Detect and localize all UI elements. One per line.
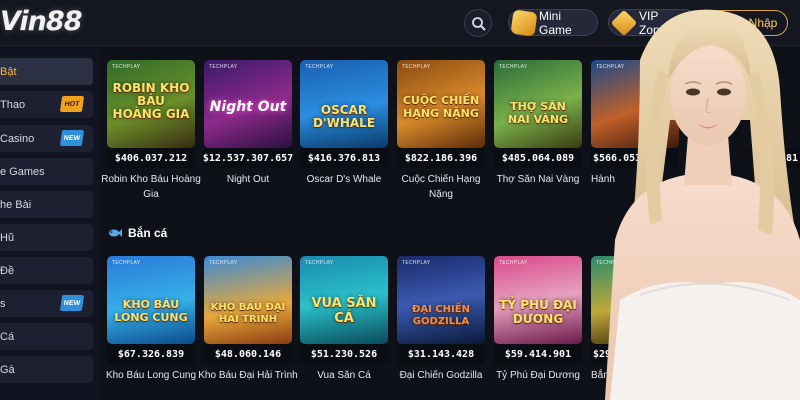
sidebar-item-jackpot[interactable]: Hũ [0, 224, 93, 251]
sidebar-item-label: Cá [0, 330, 15, 343]
jackpot-amount: $31.143.428 [397, 344, 485, 364]
game-thumbnail[interactable]: TECHPLAY OSCAR D'WHALE [300, 60, 388, 148]
provider-label: TECHPLAY [305, 64, 334, 70]
section-title-label: Bắn cá [128, 226, 168, 240]
jackpot-amount: $12.537.307.657 [203, 148, 293, 168]
sidebar-item-sports[interactable]: Thao HOT [0, 91, 93, 118]
logo-number: 88 [45, 6, 83, 37]
game-name[interactable]: Tỷ Phú Đại Dương [486, 368, 590, 383]
sidebar-item-casino[interactable]: Casino NEW [0, 125, 93, 152]
sidebar-item-esports[interactable]: s NEW [0, 290, 93, 317]
provider-label: TECHPLAY [112, 260, 141, 266]
provider-label: TECHPLAY [209, 64, 238, 70]
sidebar-item-label: Gà [0, 363, 15, 376]
game-title-art: OSCAR D'WHALE [312, 103, 376, 130]
fish-icon [109, 229, 122, 237]
search-icon [472, 17, 486, 31]
hot-badge: HOT [59, 96, 85, 112]
game-name[interactable]: Đại Chiến Godzilla [389, 368, 493, 383]
mini-game-button[interactable]: Mini Game [508, 8, 598, 37]
logo-letters: Vin [0, 6, 47, 37]
sidebar-item-label: e Games [0, 165, 45, 178]
provider-label: TECHPLAY [209, 260, 238, 266]
game-name[interactable]: Vua Săn Cá [292, 368, 396, 383]
game-name[interactable]: Oscar D's Whale [292, 172, 396, 187]
game-thumbnail[interactable]: TECHPLAY ĐẠI CHIẾN GODZILLA [397, 256, 485, 344]
provider-label: TECHPLAY [112, 64, 141, 70]
jackpot-amount: $67.326.839 [107, 344, 195, 364]
game-title-art: KHO BÁU ĐẠI HẢI TRÌNH [210, 302, 286, 325]
game-thumbnail[interactable]: TECHPLAY THỢ SĂN NAI VÀNG [494, 60, 582, 148]
game-title-art: Night Out [209, 99, 287, 115]
sidebar-item-label: Hũ [0, 231, 15, 244]
game-title-art: THỢ SĂN NAI VÀNG [507, 100, 569, 126]
provider-label: TECHPLAY [402, 64, 431, 70]
sidebar: Bật Thao HOT Casino NEW e Games he Bài H… [0, 46, 100, 400]
section-title-fishing: Bắn cá [108, 226, 167, 240]
promo-model-image [605, 9, 800, 400]
sidebar-item-games[interactable]: e Games [0, 158, 93, 185]
jackpot-amount: $59.414.901 [494, 344, 582, 364]
game-name[interactable]: Thợ Săn Nai Vàng [486, 172, 590, 187]
treasure-chest-icon [510, 9, 538, 37]
new-badge: NEW [59, 130, 85, 146]
jackpot-amount: $416.376.813 [300, 148, 388, 168]
game-name[interactable]: Night Out [196, 172, 300, 187]
provider-label: TECHPLAY [305, 260, 334, 266]
provider-label: TECHPLAY [499, 64, 528, 70]
mini-game-label: Mini Game [539, 8, 572, 37]
game-title-art: TỶ PHÚ ĐẠI DƯƠNG [499, 298, 577, 326]
sidebar-item-featured[interactable]: Bật [0, 58, 93, 85]
game-thumbnail[interactable]: TECHPLAY ROBIN KHO BÁU HOÀNG GIA [107, 60, 195, 148]
game-thumbnail[interactable]: TECHPLAY VUA SĂN CÁ [300, 256, 388, 344]
jackpot-amount: $51.230.526 [300, 344, 388, 364]
sidebar-item-label: s [0, 297, 6, 310]
game-name[interactable]: Robin Kho Báu Hoàng Gia [99, 172, 203, 202]
vin88-logo[interactable]: Vin88 [0, 6, 83, 40]
search-button[interactable] [464, 9, 492, 37]
game-thumbnail[interactable]: TECHPLAY KHO BÁU ĐẠI HẢI TRÌNH [204, 256, 292, 344]
new-badge: NEW [59, 295, 85, 311]
sidebar-item-label: Casino [0, 132, 35, 145]
jackpot-amount: $822.186.396 [397, 148, 485, 168]
jackpot-amount: $406.037.212 [107, 148, 195, 168]
sidebar-item-label: Bật [0, 65, 17, 78]
game-thumbnail[interactable]: TECHPLAY Night Out [204, 60, 292, 148]
game-thumbnail[interactable]: TECHPLAY KHO BÁU LONG CUNG [107, 256, 195, 344]
game-thumbnail[interactable]: TECHPLAY TỶ PHÚ ĐẠI DƯƠNG [494, 256, 582, 344]
provider-label: TECHPLAY [499, 260, 528, 266]
jackpot-amount: $48.060.146 [204, 344, 292, 364]
sidebar-item-card-games[interactable]: he Bài [0, 191, 93, 218]
game-title-art: VUA SĂN CÁ [311, 296, 377, 326]
game-title-art: KHO BÁU LONG CUNG [114, 298, 188, 324]
game-thumbnail[interactable]: TECHPLAY CUỘC CHIẾN HẠNG NẶNG [397, 60, 485, 148]
game-name[interactable]: Kho Báu Long Cung [99, 368, 203, 383]
sidebar-item-lottery[interactable]: Đề [0, 257, 93, 284]
game-title-art: CUỘC CHIẾN HẠNG NẶNG [402, 94, 480, 120]
sidebar-item-label: he Bài [0, 198, 32, 211]
game-title-art: ĐẠI CHIẾN GODZILLA [412, 304, 470, 327]
game-title-art: ROBIN KHO BÁU HOÀNG GIA [112, 81, 190, 121]
jackpot-amount: $485.064.089 [494, 148, 582, 168]
sidebar-item-label: Thao [0, 98, 26, 111]
sidebar-item-label: Đề [0, 264, 15, 277]
sidebar-item-fishing[interactable]: Cá [0, 323, 93, 350]
sidebar-item-cockfight[interactable]: Gà [0, 356, 93, 383]
game-name[interactable]: Cuộc Chiến Hạng Nặng [389, 172, 493, 202]
game-name[interactable]: Kho Báu Đại Hải Trình [196, 368, 300, 383]
provider-label: TECHPLAY [402, 260, 431, 266]
